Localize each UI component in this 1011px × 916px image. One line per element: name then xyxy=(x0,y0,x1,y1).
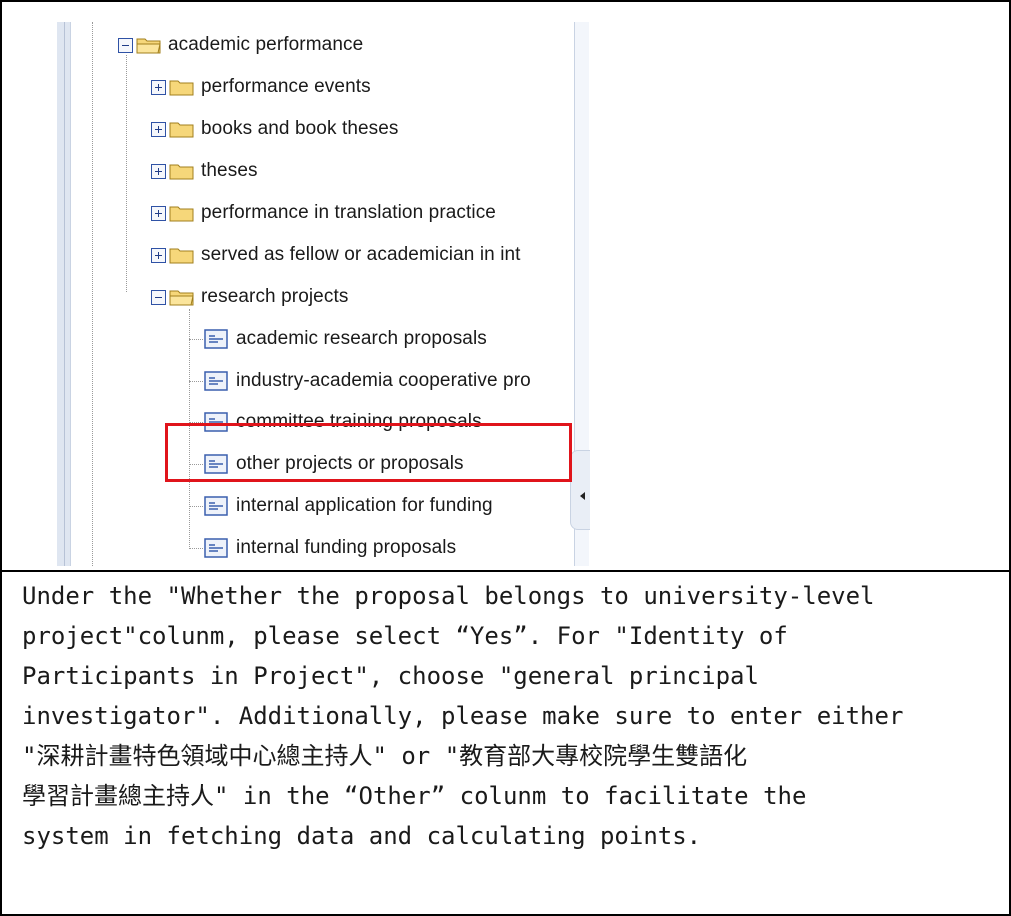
expand-toggle-icon[interactable] xyxy=(151,205,166,221)
folder-icon xyxy=(169,120,195,138)
tree-item-label: industry-academia cooperative pro xyxy=(236,370,531,391)
collapse-toggle-icon[interactable] xyxy=(118,37,133,53)
tree-guide-line xyxy=(126,55,127,292)
tree-guide-line xyxy=(92,22,93,566)
tree-item-label: internal application for funding xyxy=(236,495,493,516)
tree-node-label: performance events xyxy=(201,76,371,97)
expand-toggle-icon[interactable] xyxy=(151,247,166,263)
tree-guide-line xyxy=(189,339,203,340)
tree-panel: academic performance performance events … xyxy=(57,22,589,566)
expand-toggle-icon[interactable] xyxy=(151,163,166,179)
folder-icon xyxy=(169,246,195,264)
folder-open-icon xyxy=(169,288,195,306)
tree-guide-line xyxy=(189,506,203,507)
tree-node-academic-performance[interactable]: academic performance xyxy=(118,32,363,58)
instruction-line: system in fetching data and calculating … xyxy=(22,822,702,850)
form-icon xyxy=(204,496,228,516)
tree-node-performance-events[interactable]: performance events xyxy=(151,74,371,100)
tree-panel-left-edge xyxy=(57,22,71,566)
tree-node-label: research projects xyxy=(201,286,349,307)
folder-icon xyxy=(169,204,195,222)
tree-item-internal-application-for-funding[interactable]: internal application for funding xyxy=(204,493,493,519)
instruction-text: Under the "Whether the proposal belongs … xyxy=(22,576,997,856)
tree-item-label: academic research proposals xyxy=(236,328,487,349)
tree-item-label: internal funding proposals xyxy=(236,537,457,558)
section-divider xyxy=(2,570,1011,572)
collapse-left-arrow-icon xyxy=(580,492,585,500)
tree-node-label: theses xyxy=(201,160,258,181)
tree-node-label: performance in translation practice xyxy=(201,202,496,223)
tree-node-label: academic performance xyxy=(168,34,364,55)
tree-node-theses[interactable]: theses xyxy=(151,158,258,184)
instruction-line: Under the "Whether the proposal belongs … xyxy=(22,582,875,610)
collapse-toggle-icon[interactable] xyxy=(151,289,166,305)
instruction-line: 學習計畫總主持人" in the “Other” colunm to facil… xyxy=(22,782,807,810)
tree-item-academic-research-proposals[interactable]: academic research proposals xyxy=(204,326,487,352)
tree-node-books-and-book-theses[interactable]: books and book theses xyxy=(151,116,399,142)
tree-node-label: served as fellow or academician in int xyxy=(201,244,521,265)
tree-node-label: books and book theses xyxy=(201,118,399,139)
instruction-line: investigator". Additionally, please make… xyxy=(22,702,904,730)
screenshot-frame: academic performance performance events … xyxy=(0,0,1011,916)
tree-node-served-as-fellow[interactable]: served as fellow or academician in int xyxy=(151,242,521,268)
instruction-line: project"colunm, please select “Yes”. For… xyxy=(22,622,788,650)
form-icon xyxy=(204,329,228,349)
tree-item-industry-academia-cooperative[interactable]: industry-academia cooperative pro xyxy=(204,368,531,394)
panel-collapse-tab[interactable] xyxy=(570,450,590,530)
expand-toggle-icon[interactable] xyxy=(151,121,166,137)
form-icon xyxy=(204,538,228,558)
expand-toggle-icon[interactable] xyxy=(151,79,166,95)
folder-open-icon xyxy=(136,36,162,54)
tree-node-research-projects[interactable]: research projects xyxy=(151,284,348,310)
folder-icon xyxy=(169,78,195,96)
form-icon xyxy=(204,371,228,391)
tree-item-internal-funding-proposals[interactable]: internal funding proposals xyxy=(204,535,456,561)
instruction-line: "深耕計畫特色領域中心總主持人" or "教育部大專校院學生雙語化 xyxy=(22,742,748,770)
tree-guide-line xyxy=(189,381,203,382)
highlight-box xyxy=(165,423,572,482)
folder-icon xyxy=(169,162,195,180)
tree-guide-line xyxy=(189,548,203,549)
tree-node-performance-in-translation-practice[interactable]: performance in translation practice xyxy=(151,200,496,226)
instruction-line: Participants in Project", choose "genera… xyxy=(22,662,759,690)
